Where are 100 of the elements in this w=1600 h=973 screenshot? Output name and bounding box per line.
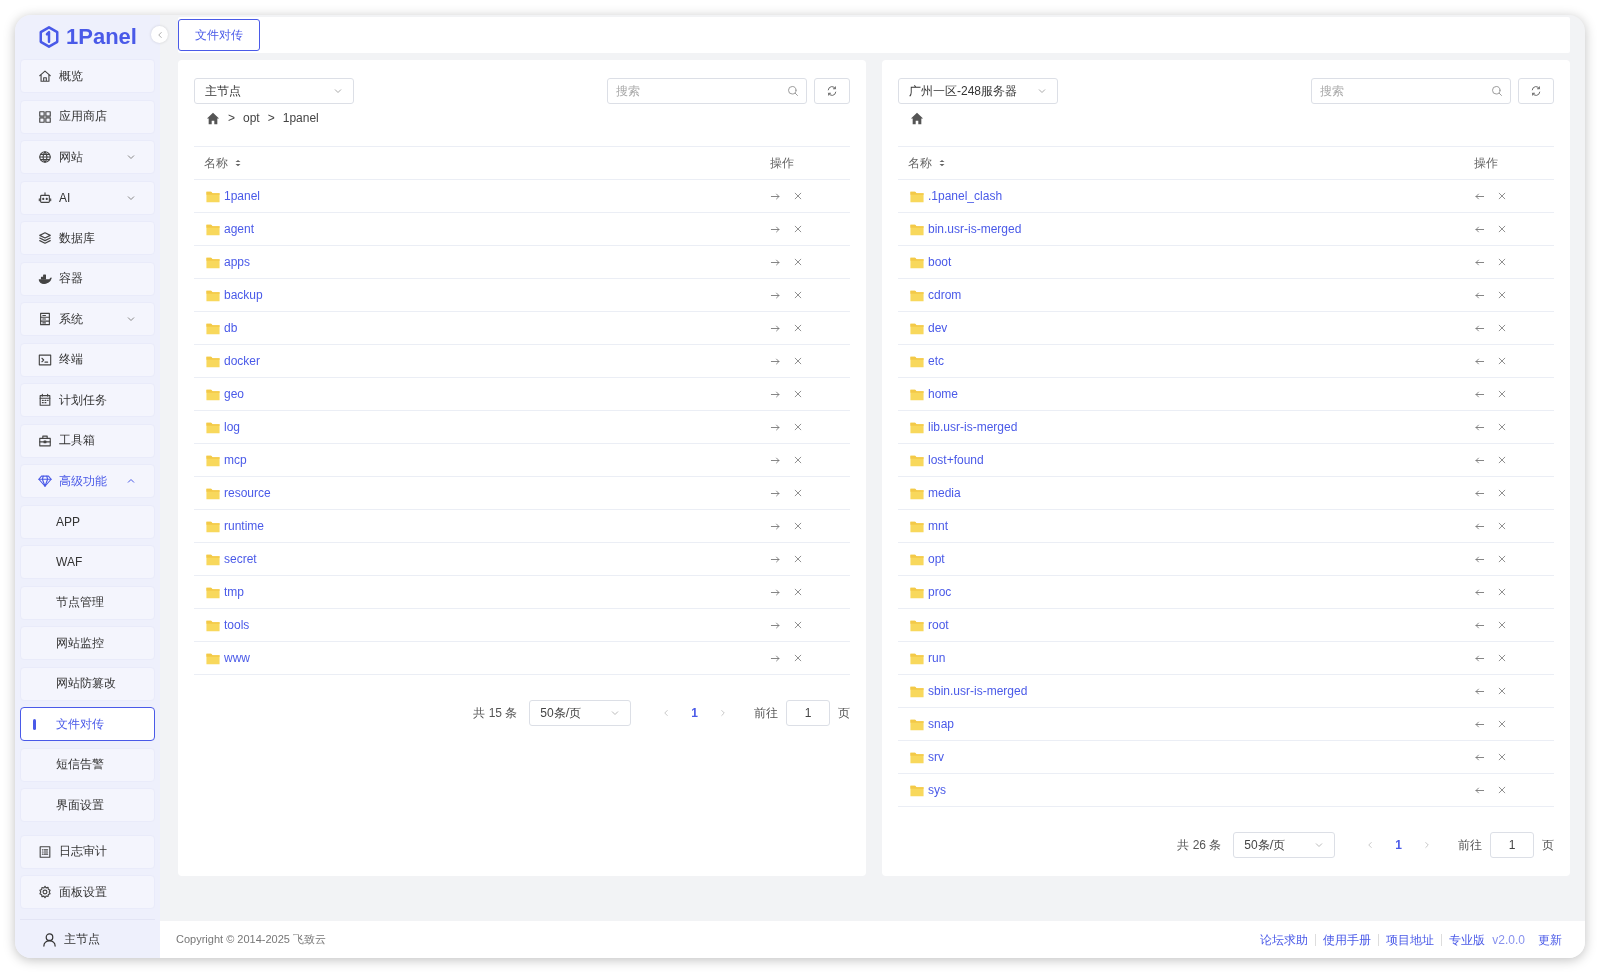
folder-link[interactable]: proc — [928, 585, 952, 599]
transfer-button[interactable] — [1474, 685, 1485, 697]
folder-link[interactable]: run — [928, 651, 946, 665]
transfer-button[interactable] — [1474, 388, 1485, 400]
folder-link[interactable]: opt — [928, 552, 945, 566]
home-icon[interactable] — [206, 111, 220, 125]
update-link[interactable]: 更新 — [1531, 933, 1569, 946]
transfer-button[interactable] — [770, 223, 781, 235]
folder-link[interactable]: apps — [224, 255, 251, 269]
delete-button[interactable] — [793, 488, 803, 498]
delete-button[interactable] — [793, 290, 803, 300]
transfer-button[interactable] — [1474, 355, 1485, 367]
folder-link[interactable]: runtime — [224, 519, 264, 533]
folder-link[interactable]: log — [224, 420, 240, 434]
delete-button[interactable] — [1497, 719, 1507, 729]
transfer-button[interactable] — [1474, 289, 1485, 301]
folder-link[interactable]: tools — [224, 618, 250, 632]
transfer-button[interactable] — [1474, 520, 1485, 532]
sidebar-item[interactable]: 数据库 — [20, 221, 155, 255]
delete-button[interactable] — [1497, 785, 1507, 795]
sidebar-item[interactable]: APP — [20, 504, 155, 539]
delete-button[interactable] — [1497, 488, 1507, 498]
delete-button[interactable] — [793, 455, 803, 465]
folder-link[interactable]: mnt — [928, 519, 948, 533]
sidebar-item[interactable]: 网站 — [20, 140, 155, 174]
page-number[interactable]: 1 — [1389, 838, 1408, 852]
folder-link[interactable]: agent — [224, 222, 255, 236]
page-number[interactable]: 1 — [685, 706, 704, 720]
sidebar-item[interactable]: 容器 — [20, 261, 155, 296]
folder-link[interactable]: lib.usr-is-merged — [928, 420, 1018, 434]
folder-link[interactable]: mcp — [224, 453, 247, 467]
folder-link[interactable]: bin.usr-is-merged — [928, 222, 1022, 236]
transfer-button[interactable] — [1474, 322, 1485, 334]
delete-button[interactable] — [793, 422, 803, 432]
transfer-button[interactable] — [770, 454, 781, 466]
refresh-button[interactable] — [814, 78, 850, 104]
path-segment[interactable]: 1panel — [282, 111, 319, 125]
transfer-button[interactable] — [770, 355, 781, 367]
delete-button[interactable] — [1497, 686, 1507, 696]
delete-button[interactable] — [793, 257, 803, 267]
folder-link[interactable]: secret — [224, 552, 257, 566]
transfer-button[interactable] — [1474, 223, 1485, 235]
transfer-button[interactable] — [770, 619, 781, 631]
delete-button[interactable] — [1497, 224, 1507, 234]
folder-link[interactable]: sys — [928, 783, 946, 797]
goto-page-field[interactable]: 1 — [786, 700, 830, 726]
folder-link[interactable]: 1panel — [224, 189, 261, 203]
delete-button[interactable] — [1497, 554, 1507, 564]
folder-link[interactable]: docker — [224, 354, 261, 368]
delete-button[interactable] — [793, 653, 803, 663]
node-select[interactable]: 主节点 — [194, 78, 354, 104]
transfer-button[interactable] — [1474, 487, 1485, 499]
sidebar-item[interactable]: 终端 — [20, 342, 155, 377]
transfer-button[interactable] — [770, 553, 781, 565]
page-size-select[interactable]: 50条/页 — [1233, 832, 1336, 858]
transfer-button[interactable] — [770, 487, 781, 499]
sidebar-item[interactable]: 日志审计 — [20, 834, 155, 869]
delete-button[interactable] — [1497, 752, 1507, 762]
path-segment[interactable]: opt — [243, 111, 260, 125]
transfer-button[interactable] — [770, 586, 781, 598]
folder-link[interactable]: db — [224, 321, 238, 335]
sidebar-item[interactable]: 计划任务 — [20, 383, 155, 417]
delete-button[interactable] — [793, 356, 803, 366]
user-item[interactable]: 主节点 — [20, 919, 155, 958]
sidebar-item[interactable]: 概览 — [20, 59, 155, 93]
delete-button[interactable] — [793, 323, 803, 333]
refresh-button[interactable] — [1518, 78, 1554, 104]
goto-page-field[interactable]: 1 — [1490, 832, 1534, 858]
sidebar-item[interactable]: 系统 — [20, 302, 155, 336]
footer-link[interactable]: 项目地址 — [1379, 933, 1443, 946]
delete-button[interactable] — [1497, 422, 1507, 432]
search-field[interactable]: 搜索 — [607, 78, 807, 104]
folder-link[interactable]: srv — [928, 750, 944, 764]
footer-link[interactable]: 专业版 — [1442, 933, 1493, 946]
delete-button[interactable] — [1497, 191, 1507, 201]
folder-link[interactable]: www — [224, 651, 250, 665]
delete-button[interactable] — [1497, 587, 1507, 597]
folder-link[interactable]: resource — [224, 486, 271, 500]
folder-link[interactable]: etc — [928, 354, 944, 368]
sidebar-item[interactable]: 工具箱 — [20, 423, 155, 458]
folder-link[interactable]: media — [928, 486, 961, 500]
sidebar-item[interactable]: 网站防篡改 — [20, 666, 155, 701]
delete-button[interactable] — [1497, 389, 1507, 399]
transfer-button[interactable] — [770, 652, 781, 664]
search-field[interactable]: 搜索 — [1311, 78, 1511, 104]
sidebar-item[interactable]: WAF — [20, 545, 155, 579]
transfer-button[interactable] — [1474, 784, 1485, 796]
delete-button[interactable] — [793, 587, 803, 597]
home-icon[interactable] — [910, 111, 924, 125]
delete-button[interactable] — [1497, 356, 1507, 366]
sidebar-item[interactable]: 高级功能 — [20, 464, 155, 498]
delete-button[interactable] — [1497, 257, 1507, 267]
transfer-button[interactable] — [1474, 256, 1485, 268]
transfer-button[interactable] — [1474, 421, 1485, 433]
tab[interactable]: 文件对传 — [178, 19, 260, 51]
folder-link[interactable]: boot — [928, 255, 952, 269]
transfer-button[interactable] — [1474, 751, 1485, 763]
transfer-button[interactable] — [770, 289, 781, 301]
delete-button[interactable] — [1497, 620, 1507, 630]
folder-link[interactable]: home — [928, 387, 959, 401]
